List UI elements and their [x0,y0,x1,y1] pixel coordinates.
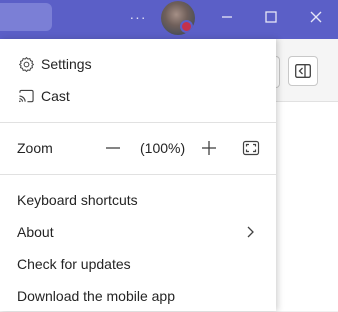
menu-item-about[interactable]: About [0,216,276,248]
gear-icon [17,55,35,73]
zoom-label: Zoom [17,140,53,156]
divider [0,122,276,123]
menu-item-download-mobile[interactable]: Download the mobile app [0,280,276,312]
chevron-right-icon [247,226,254,238]
zoom-in-button[interactable] [200,139,218,157]
panel-toggle-button[interactable] [288,56,318,86]
close-icon[interactable] [305,6,327,28]
zoom-level: (100%) [140,140,186,156]
panel-toggle-icon [295,64,311,78]
search-box[interactable] [0,3,52,31]
settings-menu: Settings Cast Zoom (100%) Keyboard short… [0,39,276,311]
keyboard-shortcuts-label: Keyboard shortcuts [17,192,138,208]
maximize-icon[interactable] [260,6,282,28]
about-label: About [17,224,54,240]
download-mobile-label: Download the mobile app [17,288,175,304]
divider [0,174,276,175]
avatar[interactable] [161,1,195,35]
menu-item-keyboard-shortcuts[interactable]: Keyboard shortcuts [0,184,276,216]
menu-item-settings[interactable]: Settings [0,48,276,80]
settings-label: Settings [41,56,92,72]
zoom-row: Zoom (100%) [0,132,276,164]
zoom-out-button[interactable] [104,139,122,157]
pane-toolbar [276,39,338,102]
cast-icon [17,87,35,105]
fullscreen-icon[interactable] [242,139,260,157]
title-bar: ··· [0,0,338,39]
right-pane [276,39,338,311]
more-options-button[interactable]: ··· [128,8,148,26]
toolbar-button-edge[interactable] [276,56,280,88]
minimize-icon[interactable] [216,6,238,28]
cast-label: Cast [41,88,70,104]
check-updates-label: Check for updates [17,256,131,272]
menu-item-cast[interactable]: Cast [0,80,276,112]
menu-item-check-updates[interactable]: Check for updates [0,248,276,280]
status-badge [180,20,193,33]
